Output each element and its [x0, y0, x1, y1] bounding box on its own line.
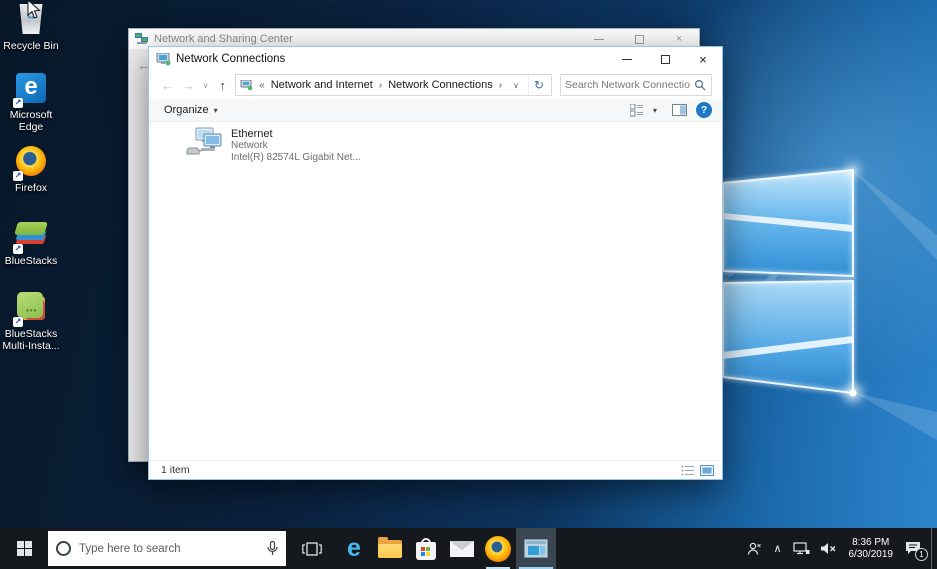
- navigation-bar: ← → ∨ ↑ « Network and Internet › Network…: [149, 71, 722, 99]
- ethernet-network-icon: [793, 542, 810, 556]
- taskbar-firefox-button[interactable]: [480, 528, 516, 569]
- active-window-icon: [524, 539, 548, 558]
- taskbar-edge-button[interactable]: e: [336, 528, 372, 569]
- connection-device: Intel(R) 82574L Gigabit Net...: [231, 152, 361, 164]
- desktop-icon-microsoft-edge[interactable]: e ↗ Microsoft Edge: [0, 71, 62, 133]
- network-connections-window[interactable]: Network Connections × ← → ∨ ↑ « Network …: [148, 46, 723, 480]
- cortana-icon: [56, 541, 71, 556]
- large-icons-view-icon[interactable]: [700, 465, 714, 476]
- ethernet-adapter-icon: [185, 127, 225, 157]
- file-explorer-icon: [378, 540, 402, 558]
- desktop: ♻ Recycle Bin e ↗ Microsoft Edge ↗ Firef…: [0, 0, 937, 569]
- explorer-search-box[interactable]: [560, 74, 712, 96]
- people-button[interactable]: [741, 528, 767, 569]
- start-button[interactable]: [0, 528, 48, 569]
- address-dropdown-icon[interactable]: ∨: [508, 81, 524, 90]
- address-bar[interactable]: « Network and Internet › Network Connect…: [235, 74, 552, 96]
- shortcut-arrow-icon: ↗: [13, 317, 23, 327]
- address-location-icon: [240, 80, 253, 91]
- organize-caret-icon: ▾: [214, 106, 218, 115]
- hidden-icons-button[interactable]: ∧: [767, 528, 787, 569]
- desktop-icon-firefox[interactable]: ↗ Firefox: [0, 144, 62, 195]
- taskbar-mail-button[interactable]: [444, 528, 480, 569]
- task-view-button[interactable]: [294, 528, 330, 569]
- desktop-icon-label: BlueStacks Multi-Insta...: [0, 329, 62, 352]
- breadcrumb-network-connections[interactable]: Network Connections: [388, 79, 493, 91]
- search-icon[interactable]: [694, 79, 706, 91]
- desktop-icon-label: BlueStacks: [0, 256, 62, 268]
- window-title: Network and Sharing Center: [154, 33, 579, 45]
- microphone-icon[interactable]: [267, 541, 278, 556]
- breadcrumb-prefix: «: [257, 80, 267, 91]
- firefox-icon: [485, 536, 511, 562]
- bluestacks-multi-icon: ••• ↗: [14, 292, 48, 326]
- taskbar-search-input[interactable]: [79, 543, 259, 555]
- taskbar-file-explorer-button[interactable]: [372, 528, 408, 569]
- window-title: Network Connections: [176, 53, 608, 65]
- search-input[interactable]: [561, 79, 694, 91]
- command-bar: Organize ▾ ▾ ?: [149, 99, 722, 122]
- shortcut-arrow-icon: ↗: [13, 171, 23, 181]
- wallpaper-windows-logo: [690, 140, 937, 440]
- taskbar-search-box[interactable]: [48, 531, 286, 566]
- task-view-icon: [302, 541, 322, 557]
- item-count: 1 item: [161, 464, 681, 476]
- maximize-button[interactable]: [646, 47, 684, 71]
- firefox-icon: ↗: [14, 146, 48, 180]
- desktop-icon-label: Firefox: [0, 183, 62, 195]
- help-button[interactable]: ?: [696, 102, 712, 118]
- back-button[interactable]: ←: [159, 78, 176, 93]
- volume-button[interactable]: [815, 528, 842, 569]
- refresh-button[interactable]: ↻: [528, 75, 549, 95]
- connection-status: Network: [231, 140, 361, 152]
- shortcut-arrow-icon: ↗: [13, 98, 23, 108]
- taskbar: e: [0, 528, 937, 569]
- titlebar[interactable]: Network Connections ×: [149, 47, 722, 71]
- network-status-button[interactable]: [788, 528, 815, 569]
- mail-icon: [450, 541, 474, 557]
- up-button[interactable]: ↑: [214, 78, 231, 93]
- people-icon: [746, 541, 762, 556]
- network-sharing-center-icon: [135, 33, 149, 45]
- desktop-icon-label: Recycle Bin: [0, 41, 62, 53]
- status-bar: 1 item: [149, 460, 722, 479]
- close-button[interactable]: ×: [684, 47, 722, 71]
- breadcrumb-separator-icon[interactable]: ›: [497, 80, 504, 91]
- organize-label: Organize: [164, 104, 209, 116]
- change-view-icon[interactable]: [630, 104, 644, 117]
- windows-logo-icon: [17, 541, 32, 556]
- taskbar-store-button[interactable]: [408, 528, 444, 569]
- forward-button[interactable]: →: [180, 78, 197, 93]
- change-view-caret-icon[interactable]: ▾: [653, 106, 657, 115]
- desktop-icon-bluestacks[interactable]: ↗ BlueStacks: [0, 217, 62, 268]
- preview-pane-icon[interactable]: [672, 104, 687, 116]
- volume-muted-icon: [820, 542, 837, 555]
- breadcrumb-separator-icon[interactable]: ›: [377, 80, 384, 91]
- show-desktop-button[interactable]: [931, 528, 937, 569]
- breadcrumb-network-and-internet[interactable]: Network and Internet: [271, 79, 373, 91]
- microsoft-store-icon: [416, 538, 436, 560]
- details-view-icon[interactable]: [681, 465, 694, 476]
- desktop-icon-bluestacks-multi[interactable]: ••• ↗ BlueStacks Multi-Insta...: [0, 289, 62, 352]
- taskbar-network-connections-button[interactable]: [516, 528, 556, 569]
- notification-badge: 1: [915, 548, 928, 561]
- connection-name: Ethernet: [231, 128, 361, 140]
- bluestacks-icon: ↗: [14, 219, 48, 253]
- mouse-cursor: [27, 0, 41, 20]
- recent-locations-button[interactable]: ∨: [201, 81, 210, 90]
- clock-time: 8:36 PM: [849, 537, 894, 549]
- action-center-button[interactable]: 1: [900, 528, 931, 569]
- taskbar-clock[interactable]: 8:36 PM 6/30/2019: [842, 537, 901, 561]
- network-connections-icon: [156, 53, 171, 66]
- organize-button[interactable]: Organize ▾: [164, 104, 218, 116]
- connections-list: Ethernet Network Intel(R) 82574L Gigabit…: [149, 122, 722, 460]
- minimize-button[interactable]: [608, 47, 646, 71]
- desktop-icon-label: Microsoft Edge: [0, 110, 62, 133]
- shortcut-arrow-icon: ↗: [13, 244, 23, 254]
- edge-icon: e ↗: [14, 73, 48, 107]
- clock-date: 6/30/2019: [849, 549, 894, 561]
- edge-icon: e: [347, 536, 361, 561]
- ethernet-connection-item[interactable]: Ethernet Network Intel(R) 82574L Gigabit…: [185, 127, 405, 163]
- system-tray: ∧ 8:36 PM 6/30/2019: [741, 528, 937, 569]
